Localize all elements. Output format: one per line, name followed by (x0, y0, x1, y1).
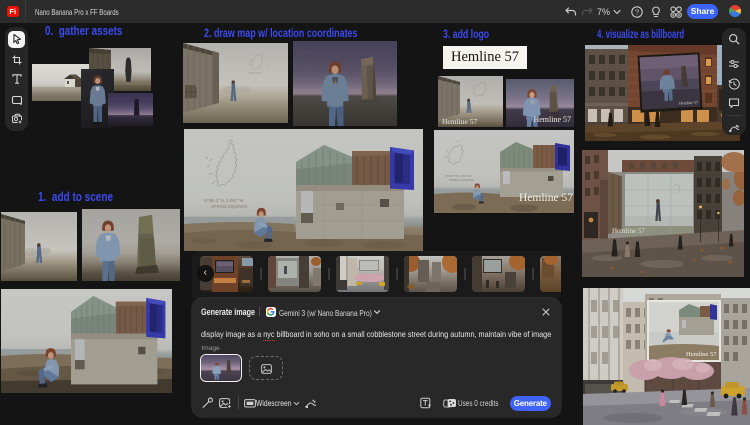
svg-text:57/55.3° N, 2.894° W: 57/55.3° N, 2.894° W (204, 198, 243, 203)
svg-text:Hemline 57: Hemline 57 (679, 100, 698, 106)
svg-text:Hemline 57: Hemline 57 (686, 351, 717, 358)
svg-text:?: ? (635, 7, 639, 16)
svg-text:SPRING EQUINOX: SPRING EQUINOX (449, 178, 474, 182)
svg-text:Hemline 57: Hemline 57 (612, 227, 645, 235)
svg-text:SPRING EQUINOX: SPRING EQUINOX (211, 204, 248, 209)
svg-text:57°N 2°W: 57°N 2°W (249, 71, 261, 75)
